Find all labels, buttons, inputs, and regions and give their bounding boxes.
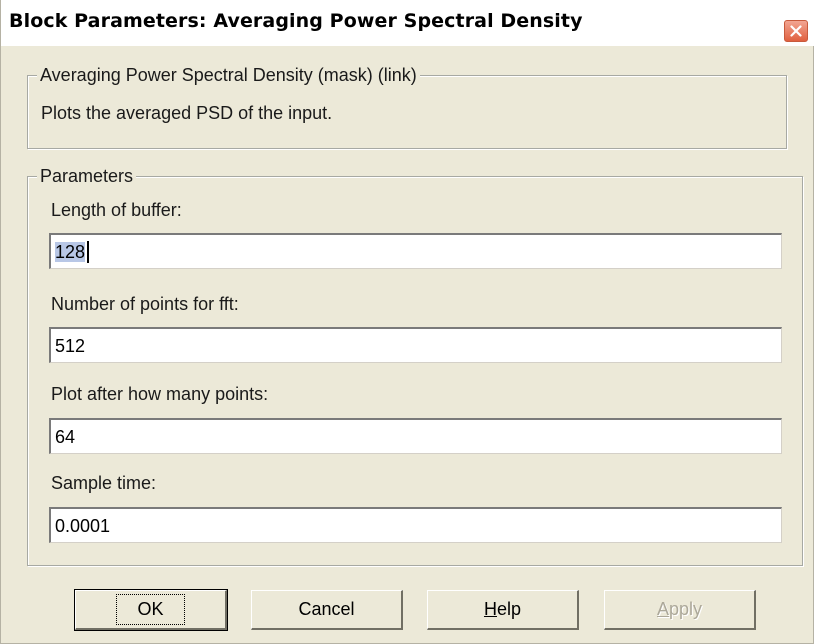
title-bar[interactable]: Block Parameters: Averaging Power Spectr… bbox=[1, 0, 814, 46]
length-of-buffer-value: 128 bbox=[55, 242, 86, 262]
fft-points-label: Number of points for fft: bbox=[51, 294, 239, 314]
close-button[interactable] bbox=[784, 20, 808, 42]
cancel-button-label: Cancel bbox=[298, 599, 355, 619]
parameters-legend: Parameters bbox=[37, 166, 137, 186]
apply-button[interactable]: Apply bbox=[604, 590, 756, 630]
window-title: Block Parameters: Averaging Power Spectr… bbox=[9, 10, 583, 32]
fft-points-value: 512 bbox=[55, 336, 86, 356]
sample-time-value: 0.0001 bbox=[55, 516, 111, 536]
text-caret bbox=[87, 241, 89, 263]
sample-time-field[interactable]: 0.0001 bbox=[49, 507, 782, 543]
dialog-window: Block Parameters: Averaging Power Spectr… bbox=[0, 0, 814, 644]
block-description: Plots the averaged PSD of the input. bbox=[41, 103, 333, 123]
help-button-label: Help bbox=[483, 599, 522, 619]
apply-button-label: Apply bbox=[656, 599, 703, 619]
cancel-button[interactable]: Cancel bbox=[251, 590, 403, 630]
fft-points-field[interactable]: 512 bbox=[49, 327, 782, 363]
sample-time-label: Sample time: bbox=[51, 473, 157, 493]
ok-button[interactable]: OK bbox=[74, 589, 228, 631]
ok-button-label: OK bbox=[116, 594, 185, 625]
plot-after-label: Plot after how many points: bbox=[51, 384, 269, 404]
help-button[interactable]: Help bbox=[427, 590, 579, 630]
length-of-buffer-label: Length of buffer: bbox=[51, 200, 182, 220]
length-of-buffer-field[interactable]: 128 bbox=[49, 233, 782, 269]
description-legend: Averaging Power Spectral Density (mask) … bbox=[37, 65, 420, 85]
plot-after-field[interactable]: 64 bbox=[49, 418, 782, 454]
plot-after-value: 64 bbox=[55, 427, 76, 447]
close-icon bbox=[790, 25, 802, 37]
